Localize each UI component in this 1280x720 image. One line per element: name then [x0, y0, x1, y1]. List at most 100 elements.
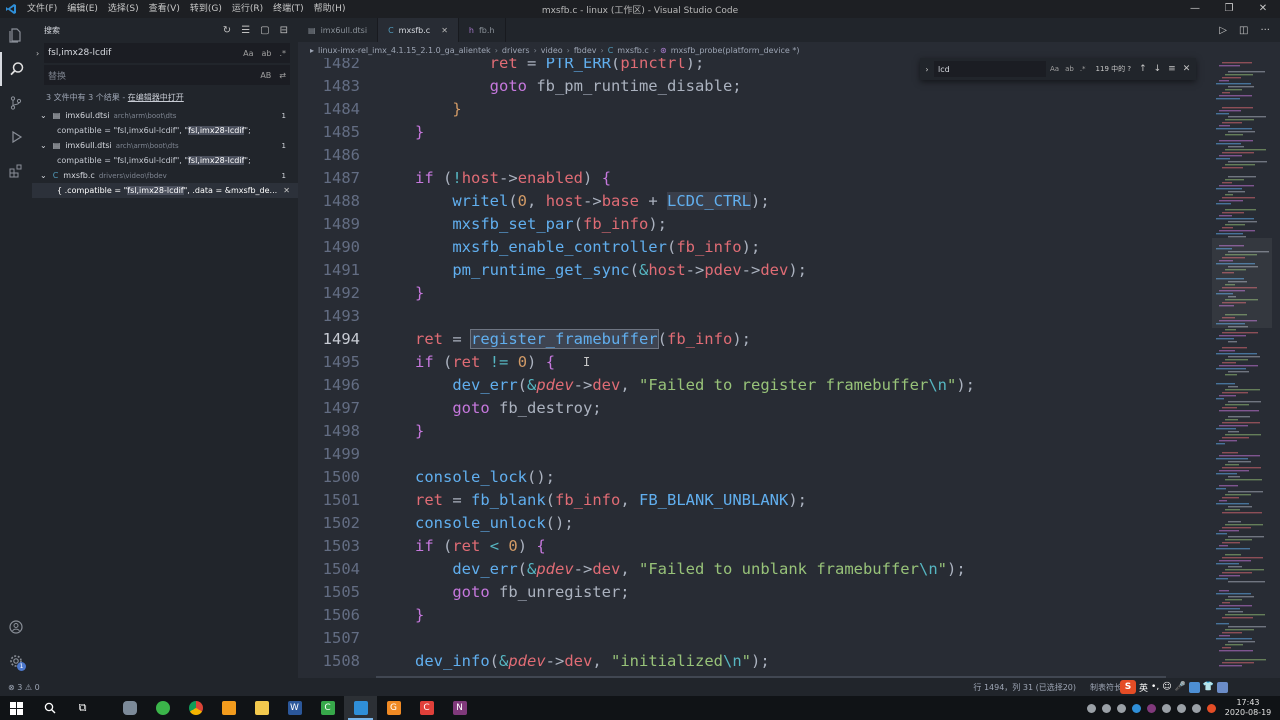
menu-selection[interactable]: 选择(S) [103, 0, 144, 18]
breadcrumb-item[interactable]: drivers [502, 46, 530, 55]
menu-file[interactable]: 文件(F) [22, 0, 62, 18]
menu-run[interactable]: 运行(R) [227, 0, 268, 18]
code-line[interactable]: 1501 ret = fb_blank(fb_info, FB_BLANK_UNB… [298, 489, 1198, 512]
tray-app-icon[interactable] [1162, 703, 1171, 713]
code-line[interactable]: 1503 if (ret < 0) { [298, 535, 1198, 558]
menu-terminal[interactable]: 终端(T) [268, 0, 309, 18]
browser-360-icon[interactable] [146, 696, 179, 720]
open-in-editor-link[interactable]: 在编辑器中打开 [128, 93, 184, 102]
word-icon[interactable]: W [278, 696, 311, 720]
match-case-icon[interactable]: Aa [243, 49, 253, 58]
menu-go[interactable]: 转到(G) [185, 0, 227, 18]
search-input[interactable]: fsl,imx28-lcdif Aa ab .* [44, 43, 290, 63]
punctuation-icon[interactable]: •, [1151, 682, 1159, 692]
source-control-icon[interactable] [0, 86, 32, 120]
app-orange-icon[interactable] [212, 696, 245, 720]
toolbox-icon[interactable] [1217, 681, 1229, 693]
regex-icon[interactable]: .* [279, 49, 286, 58]
refresh-icon[interactable]: ↻ [223, 25, 231, 36]
preserve-case-icon[interactable]: AB [260, 71, 271, 80]
sogou-logo-icon[interactable]: S [1120, 680, 1136, 694]
chevron-down-icon[interactable]: ⌄ [40, 111, 47, 120]
dismiss-result-icon[interactable]: ✕ [283, 186, 290, 195]
code-line[interactable]: 1496 dev_err(&pdev->dev, "Failed to regi… [298, 374, 1198, 397]
tray-app-icon[interactable] [1087, 703, 1096, 713]
emoji-icon[interactable]: ☺ [1162, 682, 1171, 692]
tab-imx6ull-dtsi[interactable]: ▤ imx6ull.dtsi [298, 18, 379, 42]
settings-gear-icon[interactable]: 1 [0, 644, 32, 678]
menu-view[interactable]: 查看(V) [144, 0, 185, 18]
code-line[interactable]: 1484 } [298, 98, 1198, 121]
code-line[interactable]: 1497 goto fb_destroy; [298, 397, 1198, 420]
split-editor-icon[interactable]: ◫ [1239, 25, 1248, 36]
file-explorer-icon[interactable] [245, 696, 278, 720]
result-file-imx6ull[interactable]: ⌄ ▤ imx6ull.dtsi arch\arm\boot\dts 1 [32, 138, 298, 153]
code-line[interactable]: 1486 [298, 144, 1198, 167]
code-line[interactable]: 1507 [298, 627, 1198, 650]
onenote-icon[interactable]: N [443, 696, 476, 720]
minimap[interactable] [1212, 58, 1272, 676]
code-line[interactable]: 1487 if (!host->enabled) { [298, 167, 1198, 190]
code-line[interactable]: 1492} [298, 282, 1198, 305]
result-file-mxsfb[interactable]: ⌄ C mxsfb.c drivers\video\fbdev 1 [32, 168, 298, 183]
result-match-line-selected[interactable]: { .compatible = " fsl,imx28-lcdif ", .data… [32, 183, 298, 198]
start-icon[interactable] [0, 696, 33, 720]
breadcrumb-item[interactable]: video [541, 46, 563, 55]
skin-icon[interactable]: 👕 [1203, 682, 1214, 692]
code-line[interactable]: 1491 pm_runtime_get_sync(&host->pdev->de… [298, 259, 1198, 282]
minimize-icon[interactable]: — [1178, 0, 1212, 18]
code-line[interactable]: 1498} [298, 420, 1198, 443]
breadcrumb-item[interactable]: mxsfb_probe(platform_device *) [671, 46, 800, 55]
code-line[interactable]: 1499 [298, 443, 1198, 466]
chevron-down-icon[interactable]: ⌄ [40, 141, 47, 150]
restore-icon[interactable]: ❐ [1212, 0, 1246, 18]
more-actions-icon[interactable]: ··· [1260, 25, 1270, 36]
collapse-all-icon[interactable]: ⊟ [280, 25, 288, 36]
chrome-icon[interactable] [179, 696, 212, 720]
tray-app-icon[interactable] [1147, 703, 1156, 713]
cursor-position[interactable]: 行 1494，列 31 (已选择20) [973, 682, 1076, 693]
menu-help[interactable]: 帮助(H) [309, 0, 351, 18]
code-line[interactable]: 1502 console_unlock(); [298, 512, 1198, 535]
app-green-c-icon[interactable]: C [311, 696, 344, 720]
tray-app-icon[interactable] [1117, 703, 1126, 713]
match-case-icon[interactable]: Aa [1050, 65, 1059, 73]
toggle-replace-icon[interactable]: › [36, 49, 39, 58]
tray-app-icon[interactable] [1102, 703, 1111, 713]
result-match-line[interactable]: compatible = "fsl,imx6ul-lcdif", " fsl,im… [32, 123, 298, 138]
code-line[interactable]: 1508 dev_info(&pdev->dev, "initialized\n"… [298, 650, 1198, 673]
regex-icon[interactable]: .* [1080, 65, 1086, 73]
code-line[interactable]: 1490 mxsfb_enable_controller(fb_info); [298, 236, 1198, 259]
tab-fb-h[interactable]: h fb.h [458, 18, 506, 42]
close-icon[interactable]: ✕ [1183, 64, 1191, 74]
network-icon[interactable] [1177, 703, 1186, 713]
toggle-replace-icon[interactable]: › [920, 65, 934, 74]
clock[interactable]: 17:43 2020-08-19 [1222, 698, 1274, 718]
close-icon[interactable]: ✕ [1246, 0, 1280, 18]
clear-results-icon[interactable]: ☰ [241, 25, 250, 36]
voice-icon[interactable]: 🎤 [1175, 682, 1186, 692]
app-orange-g-icon[interactable]: G [377, 696, 410, 720]
breadcrumb-item[interactable]: linux-imx-rel_imx_4.1.15_2.1.0_ga_alient… [318, 46, 491, 55]
code-line[interactable]: 1493 [298, 305, 1198, 328]
app-red-c-icon[interactable]: C [410, 696, 443, 720]
camera-app-icon[interactable] [113, 696, 146, 720]
extensions-icon[interactable] [0, 154, 32, 188]
result-file-imx6ul[interactable]: ⌄ ▤ imx6ul.dtsi arch\arm\boot\dts 1 [32, 108, 298, 123]
code-line[interactable]: 1485} [298, 121, 1198, 144]
search-icon[interactable] [0, 52, 32, 86]
chevron-down-icon[interactable]: ⌄ [40, 171, 47, 180]
explorer-icon[interactable] [0, 18, 32, 52]
tab-mxsfb-c[interactable]: C mxsfb.c ✕ [378, 18, 459, 42]
find-in-selection-icon[interactable]: ≡ [1168, 64, 1176, 74]
code-line[interactable]: 1495 if (ret != 0) { [298, 351, 1198, 374]
code-view[interactable]: 1482 ret = PTR_ERR(pinctrl); 1483 goto fb… [298, 58, 1198, 676]
code-line[interactable]: 1488 writel(0, host->base + LCDC_CTRL); [298, 190, 1198, 213]
result-match-line[interactable]: compatible = "fsl,imx6ul-lcdif", " fsl,im… [32, 153, 298, 168]
code-line[interactable]: 1500 console_lock(); [298, 466, 1198, 489]
arrow-up-icon[interactable]: ↑ [1139, 64, 1147, 74]
close-tab-icon[interactable]: ✕ [441, 26, 448, 35]
taskbar-search-icon[interactable] [33, 696, 66, 720]
code-line[interactable]: 1489 mxsfb_set_par(fb_info); [298, 213, 1198, 236]
whole-word-icon[interactable]: ab [261, 49, 271, 58]
